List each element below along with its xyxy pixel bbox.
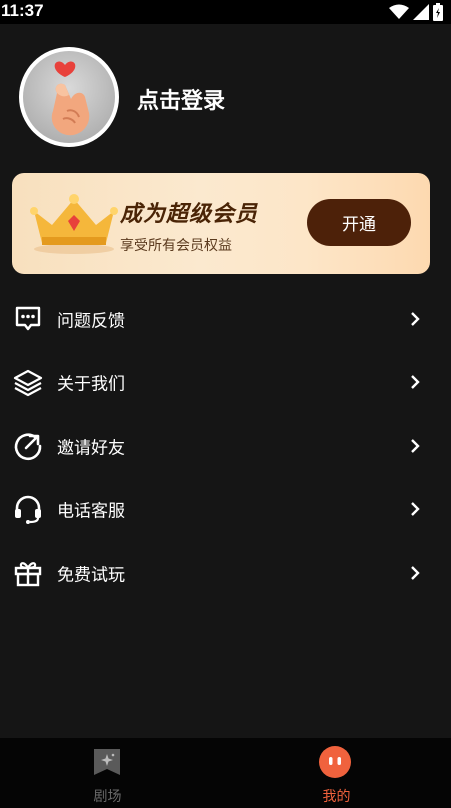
- chevron-right-icon: [411, 502, 420, 517]
- vip-banner[interactable]: 成为超级会员 享受所有会员权益 开通: [12, 173, 430, 274]
- avatar[interactable]: [19, 47, 119, 147]
- signal-icon: [413, 4, 429, 20]
- layers-icon: [13, 370, 43, 397]
- chevron-right-icon: [411, 311, 420, 326]
- chevron-right-icon: [411, 438, 420, 453]
- bottom-tab-bar: 剧场 我的: [0, 738, 451, 808]
- menu-item-feedback[interactable]: 问题反馈: [0, 287, 451, 351]
- menu-label: 关于我们: [57, 374, 125, 395]
- gift-icon: [14, 561, 42, 586]
- settings-menu: 问题反馈 关于我们 邀请好友 电话客服 免费试玩: [0, 287, 451, 605]
- login-link[interactable]: 点击登录: [137, 83, 225, 115]
- battery-icon: [433, 3, 443, 21]
- share-icon: [14, 433, 42, 460]
- tab-label: 我的: [322, 789, 351, 805]
- chevron-right-icon: [411, 565, 420, 580]
- menu-item-phone-support[interactable]: 电话客服: [0, 478, 451, 542]
- vip-title: 成为超级会员: [120, 202, 259, 227]
- menu-label: 问题反馈: [57, 311, 125, 332]
- chevron-right-icon: [411, 375, 420, 390]
- tab-mine[interactable]: 我的: [225, 738, 450, 808]
- vip-open-button[interactable]: 开通: [307, 199, 411, 246]
- status-time: 11:37: [1, 1, 44, 20]
- menu-item-about[interactable]: 关于我们: [0, 351, 451, 415]
- vip-subtitle: 享受所有会员权益: [120, 238, 232, 254]
- crown-icon: [30, 194, 118, 254]
- finger-heart-icon: [23, 51, 115, 143]
- menu-label: 邀请好友: [57, 438, 125, 459]
- menu-label: 电话客服: [57, 501, 125, 522]
- wifi-icon: [389, 4, 409, 19]
- status-icons: [389, 3, 443, 21]
- menu-item-free-trial[interactable]: 免费试玩: [0, 541, 451, 605]
- profile-face-icon: [319, 746, 351, 778]
- theater-icon: [94, 749, 120, 775]
- menu-label: 免费试玩: [57, 565, 125, 586]
- headset-icon: [15, 496, 41, 525]
- status-bar: 11:37: [0, 0, 451, 24]
- feedback-icon: [15, 306, 41, 330]
- menu-item-invite[interactable]: 邀请好友: [0, 414, 451, 478]
- tab-theater[interactable]: 剧场: [0, 738, 225, 808]
- tab-label: 剧场: [93, 789, 122, 805]
